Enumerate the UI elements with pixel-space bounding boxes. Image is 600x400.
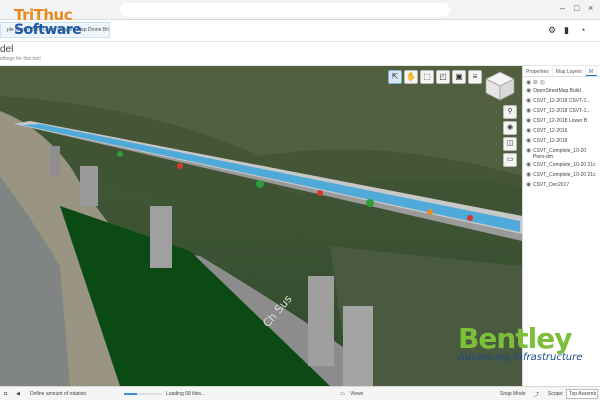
list-icon[interactable]: ≡ (468, 70, 482, 84)
settings-icon[interactable]: ⚙ (548, 25, 556, 36)
user-icon[interactable]: ◔ (580, 25, 585, 35)
layer-visibility-icon[interactable]: ◉ (526, 98, 533, 104)
address-bar[interactable] (120, 3, 450, 17)
tab-m[interactable]: M (585, 66, 598, 76)
layer-item[interactable]: ◉ CSVT_Complete_10-20 Piers-dm (523, 147, 600, 161)
snap-icon[interactable]: ⤴ (534, 391, 539, 398)
pier (308, 276, 334, 366)
visibility-icon[interactable]: ◉ (526, 80, 531, 86)
tab-map-layers[interactable]: Map Layers (553, 66, 586, 76)
layer-visibility-icon[interactable]: ◉ (526, 128, 533, 134)
layer-item[interactable]: ◉ OpenStreetMap Build (523, 87, 600, 97)
layer-item[interactable]: ◉ CSVT_Dec2017 (523, 181, 600, 191)
layer-visibility-icon[interactable]: ◉ (526, 162, 533, 168)
layer-visibility-icon[interactable]: ◉ (526, 118, 533, 124)
tool-settings-bar (0, 42, 600, 66)
layer-label: CSVT_12-2018 (533, 138, 568, 144)
layer-item[interactable]: ◉ CSVT_12-2016 (523, 127, 600, 137)
layer-label: CSVT_Complete_10-20 21c (533, 162, 596, 168)
eye-icon[interactable]: ◎ (540, 80, 545, 86)
bookmark-icon[interactable]: ▮ (564, 25, 569, 36)
loading-progress-fill (124, 393, 138, 395)
help-icon[interactable]: ◘ (4, 391, 7, 397)
layer-label: CSVT_12-2018 CSVT-1... (533, 108, 591, 114)
status-bar: ◘ ◀ Define amount of rotation Loading 68… (0, 386, 600, 400)
layer-visibility-icon[interactable]: ◉ (526, 138, 533, 144)
scope-value: Top Assemb (569, 391, 597, 397)
pier (343, 306, 373, 386)
image-icon[interactable]: ▣ (452, 70, 466, 84)
loading-progress (124, 393, 162, 395)
scope-label: Scope: (548, 391, 564, 397)
layer-list: ◉ OpenStreetMap Build ◉ CSVT_12-2018 CSVT-1… (523, 87, 600, 191)
layer-label: OpenStreetMap Build (533, 88, 581, 94)
pier (50, 146, 60, 176)
view-cube-icon[interactable] (484, 70, 516, 102)
tool-prompt: Define amount of rotation (30, 391, 87, 397)
logo-line1: TriThuc (14, 6, 73, 24)
layer-label: CSVT_12-2018 Lower B (533, 118, 588, 124)
layer-label: CSVT_12-2018 CSVT-1... (533, 98, 591, 104)
fullscreen-icon[interactable]: ▭ (503, 153, 517, 167)
fit-view-icon[interactable]: ⬚ (420, 70, 434, 84)
layer-item[interactable]: ◉ CSVT_12-2018 (523, 137, 600, 147)
walk-icon[interactable]: ⚲ (503, 105, 517, 119)
layer-visibility-icon[interactable]: ◉ (526, 182, 533, 188)
tool-settings-hint: ettings for this tool (0, 56, 41, 62)
layer-label: CSVT_Dec2017 (533, 182, 570, 188)
scope-select[interactable]: Top Assemb (566, 389, 598, 399)
pan-icon[interactable]: ✋ (404, 70, 418, 84)
layer-item[interactable]: ◉ CSVT_12-2018 CSVT-1... (523, 107, 600, 117)
select-icon[interactable]: ⇱ (388, 70, 402, 84)
tab-properties[interactable]: Properties (523, 66, 553, 76)
minimize-icon[interactable]: – (560, 3, 565, 13)
pier (80, 166, 98, 206)
layer-item[interactable]: ◉ CSVT_Complete_10-20 21c (523, 161, 600, 171)
camera-icon[interactable]: ◉ (503, 121, 517, 135)
snap-mode-button[interactable]: Snap Mode (500, 391, 526, 397)
layer-item[interactable]: ◉ CSVT_12-2018 CSVT-1... (523, 97, 600, 107)
3d-viewport[interactable]: Ch Sus (0, 66, 522, 386)
filter-icon[interactable]: ⊘ (533, 80, 538, 86)
layer-label: CSVT_Complete_10-20 21c (533, 172, 596, 178)
bentley-wordmark: Bentley (458, 322, 573, 355)
views-icon[interactable]: ▭ (340, 391, 345, 397)
layer-label: CSVT_Complete_10-20 Piers-dm (533, 148, 587, 160)
layer-item[interactable]: ◉ CSVT_Complete_10-20 21c (523, 171, 600, 181)
pier (150, 206, 172, 268)
view-toolbar: ⇱ ✋ ⬚ ◰ ▣ ≡ (388, 70, 482, 84)
logo-line2: Software (14, 22, 82, 38)
window-area-icon[interactable]: ◰ (436, 70, 450, 84)
layer-visibility-icon[interactable]: ◉ (526, 148, 533, 154)
page-title: del (0, 44, 14, 55)
bridge-scene: Ch Sus (0, 66, 522, 386)
layer-visibility-icon[interactable]: ◉ (526, 88, 533, 94)
maximize-icon[interactable]: □ (574, 3, 579, 13)
views-button[interactable]: Views (350, 391, 363, 397)
layer-visibility-icon[interactable]: ◉ (526, 172, 533, 178)
panel-tabs: Properties Map Layers M (523, 66, 600, 77)
layer-item[interactable]: ◉ CSVT_12-2018 Lower B (523, 117, 600, 127)
panel-toolbar: ◉ ⊘ ◎ (523, 77, 600, 87)
bentley-logo: Bentley Advancing Infrastructure (458, 322, 583, 364)
bentley-tagline: Advancing Infrastructure (458, 352, 583, 363)
tool-prompt-icon: ◀ (16, 391, 20, 397)
loading-status: Loading 68 tiles... (166, 391, 206, 397)
layer-visibility-icon[interactable]: ◉ (526, 108, 533, 114)
trithuc-logo: TriThuc Software (14, 8, 109, 42)
measure-icon[interactable]: ◫ (503, 137, 517, 151)
close-icon[interactable]: × (588, 3, 593, 13)
layer-label: CSVT_12-2016 (533, 128, 568, 134)
navigation-toolbar: ⚲ ◉ ◫ ▭ (503, 105, 517, 167)
